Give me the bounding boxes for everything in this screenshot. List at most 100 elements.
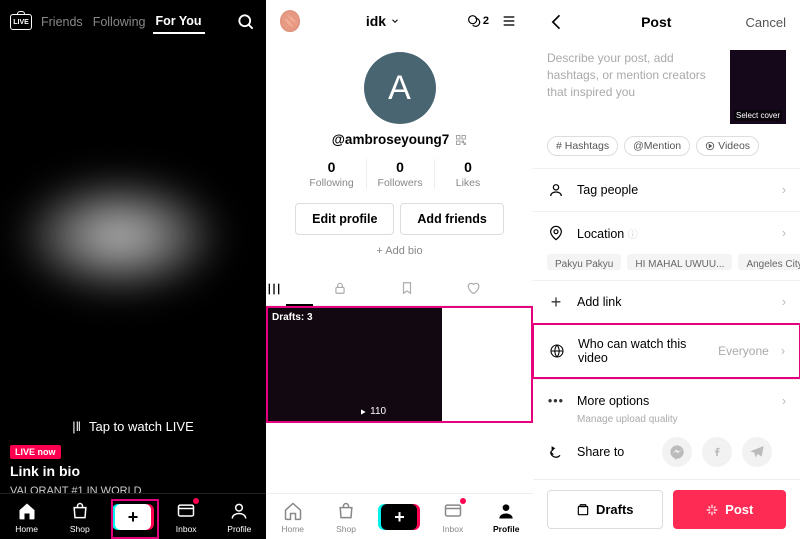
video-feed[interactable]: |‖ Tap to watch LIVE LIVE now Link in bi… <box>0 34 266 539</box>
profile-tabs <box>266 273 533 306</box>
highlight-create-button <box>111 499 159 539</box>
loc-chip[interactable]: Pakyu Pakyu <box>547 254 621 270</box>
view-count: 110 <box>359 406 386 417</box>
tab-posts[interactable] <box>266 273 333 305</box>
live-icon[interactable]: LIVE <box>10 14 32 30</box>
location-suggestions: Pakyu Pakyu HI MAHAL UWUU... Angeles Cit… <box>533 254 800 280</box>
globe-icon <box>548 342 566 360</box>
feed-grid-icon <box>266 281 282 297</box>
info-icon: ⓘ <box>628 230 638 241</box>
who-can-watch-row[interactable]: Who can watch this video Everyone › <box>534 325 799 377</box>
home-icon <box>282 500 304 522</box>
tab-saved[interactable] <box>400 273 467 305</box>
facebook-icon[interactable] <box>702 437 732 467</box>
profile-icon <box>495 500 517 522</box>
nav-inbox[interactable]: Inbox <box>431 500 475 534</box>
location-row[interactable]: Location ⓘ › <box>533 211 800 254</box>
chevron-right-icon: › <box>782 394 786 408</box>
coin-icon[interactable]: 2 <box>466 13 489 29</box>
live-now-badge: LIVE now <box>10 445 61 459</box>
feed-title: Link in bio <box>10 463 80 479</box>
person-icon <box>547 181 565 199</box>
edit-profile-button[interactable]: Edit profile <box>295 203 394 235</box>
nav-create[interactable]: + <box>377 504 421 530</box>
sparkle-icon <box>705 503 719 517</box>
profile-panel: idk 2 A @ambroseyoung7 0Following 0Follo… <box>266 0 533 539</box>
description-input[interactable]: Describe your post, add hashtags, or men… <box>547 50 720 124</box>
username: @ambroseyoung7 <box>266 132 533 147</box>
back-icon[interactable] <box>547 12 567 32</box>
shop-icon <box>335 500 357 522</box>
add-link-row[interactable]: + Add link › <box>533 280 800 323</box>
nav-profile[interactable]: Profile <box>217 500 261 534</box>
loc-chip[interactable]: Angeles City <box>738 254 800 270</box>
hashtags-chip[interactable]: # Hashtags <box>547 136 618 156</box>
drafts-count-label: Drafts: 3 <box>272 312 313 323</box>
nav-shop[interactable]: Shop <box>58 500 102 534</box>
tab-private[interactable] <box>333 273 400 305</box>
account-switcher[interactable]: idk <box>366 13 400 29</box>
tab-following[interactable]: Following <box>90 11 149 33</box>
nav-shop[interactable]: Shop <box>324 500 368 534</box>
telegram-icon[interactable] <box>742 437 772 467</box>
feed-panel: LIVE Friends Following For You |‖ Tap to… <box>0 0 266 539</box>
empty-cell <box>442 308 529 421</box>
profile-icon <box>228 500 250 522</box>
nav-profile[interactable]: Profile <box>484 500 528 534</box>
videos-chip[interactable]: Videos <box>696 136 759 156</box>
search-icon[interactable] <box>236 12 256 32</box>
nav-home[interactable]: Home <box>5 500 49 534</box>
chevron-right-icon: › <box>782 183 786 197</box>
plus-icon: + <box>381 504 417 530</box>
stats-row: 0Following 0Followers 0Likes <box>266 159 533 189</box>
select-cover[interactable]: Select cover <box>730 50 786 124</box>
post-button[interactable]: Post <box>673 490 787 529</box>
chevron-right-icon: › <box>782 226 786 240</box>
drafts-button[interactable]: Drafts <box>547 490 663 529</box>
page-title: Post <box>641 14 671 30</box>
mention-chip[interactable]: @Mention <box>624 136 690 156</box>
post-panel: Post Cancel Describe your post, add hash… <box>533 0 800 539</box>
drafts-cell[interactable]: Drafts: 3 <box>268 308 355 421</box>
play-circle-icon <box>705 141 715 151</box>
plus-icon: + <box>547 293 565 311</box>
qr-icon[interactable] <box>455 134 467 146</box>
lock-icon <box>333 281 347 295</box>
tab-for-you[interactable]: For You <box>153 10 205 34</box>
chevron-right-icon: › <box>781 344 785 358</box>
easter-egg-icon[interactable] <box>280 10 300 32</box>
highlight-privacy-row: Who can watch this video Everyone › <box>532 323 800 379</box>
video-cell[interactable]: 110 <box>355 308 442 421</box>
tag-people-row[interactable]: Tag people › <box>533 168 800 211</box>
share-icon <box>547 443 565 461</box>
location-icon <box>547 224 565 242</box>
loc-chip[interactable]: HI MAHAL UWUU... <box>627 254 732 270</box>
stat-following[interactable]: 0Following <box>298 159 366 189</box>
tab-liked[interactable] <box>466 273 533 305</box>
bookmark-icon <box>400 281 414 295</box>
notification-dot <box>460 498 466 504</box>
avatar[interactable]: A <box>364 52 436 124</box>
add-bio-button[interactable]: + Add bio <box>266 245 533 257</box>
messenger-icon[interactable] <box>662 437 692 467</box>
chevron-right-icon: › <box>782 295 786 309</box>
home-icon <box>16 500 38 522</box>
menu-icon[interactable] <box>499 13 519 29</box>
tab-friends[interactable]: Friends <box>38 11 86 33</box>
play-icon <box>359 408 367 416</box>
bottom-nav: Home Shop + Inbox Profile <box>266 493 533 539</box>
drafts-grid: Drafts: 3 110 <box>266 306 533 423</box>
nav-inbox[interactable]: Inbox <box>164 500 208 534</box>
add-friends-button[interactable]: Add friends <box>400 203 503 235</box>
cancel-button[interactable]: Cancel <box>746 15 786 30</box>
stat-followers[interactable]: 0Followers <box>366 159 434 189</box>
inbox-icon <box>175 500 197 522</box>
tap-to-watch-live[interactable]: |‖ Tap to watch LIVE <box>0 419 266 434</box>
inbox-icon <box>442 500 464 522</box>
nav-home[interactable]: Home <box>271 500 315 534</box>
privacy-value: Everyone <box>718 344 769 358</box>
more-options-subtext: Manage upload quality <box>533 414 800 425</box>
stat-likes[interactable]: 0Likes <box>434 159 502 189</box>
drafts-icon <box>576 503 590 517</box>
bars-icon: |‖ <box>72 419 81 434</box>
